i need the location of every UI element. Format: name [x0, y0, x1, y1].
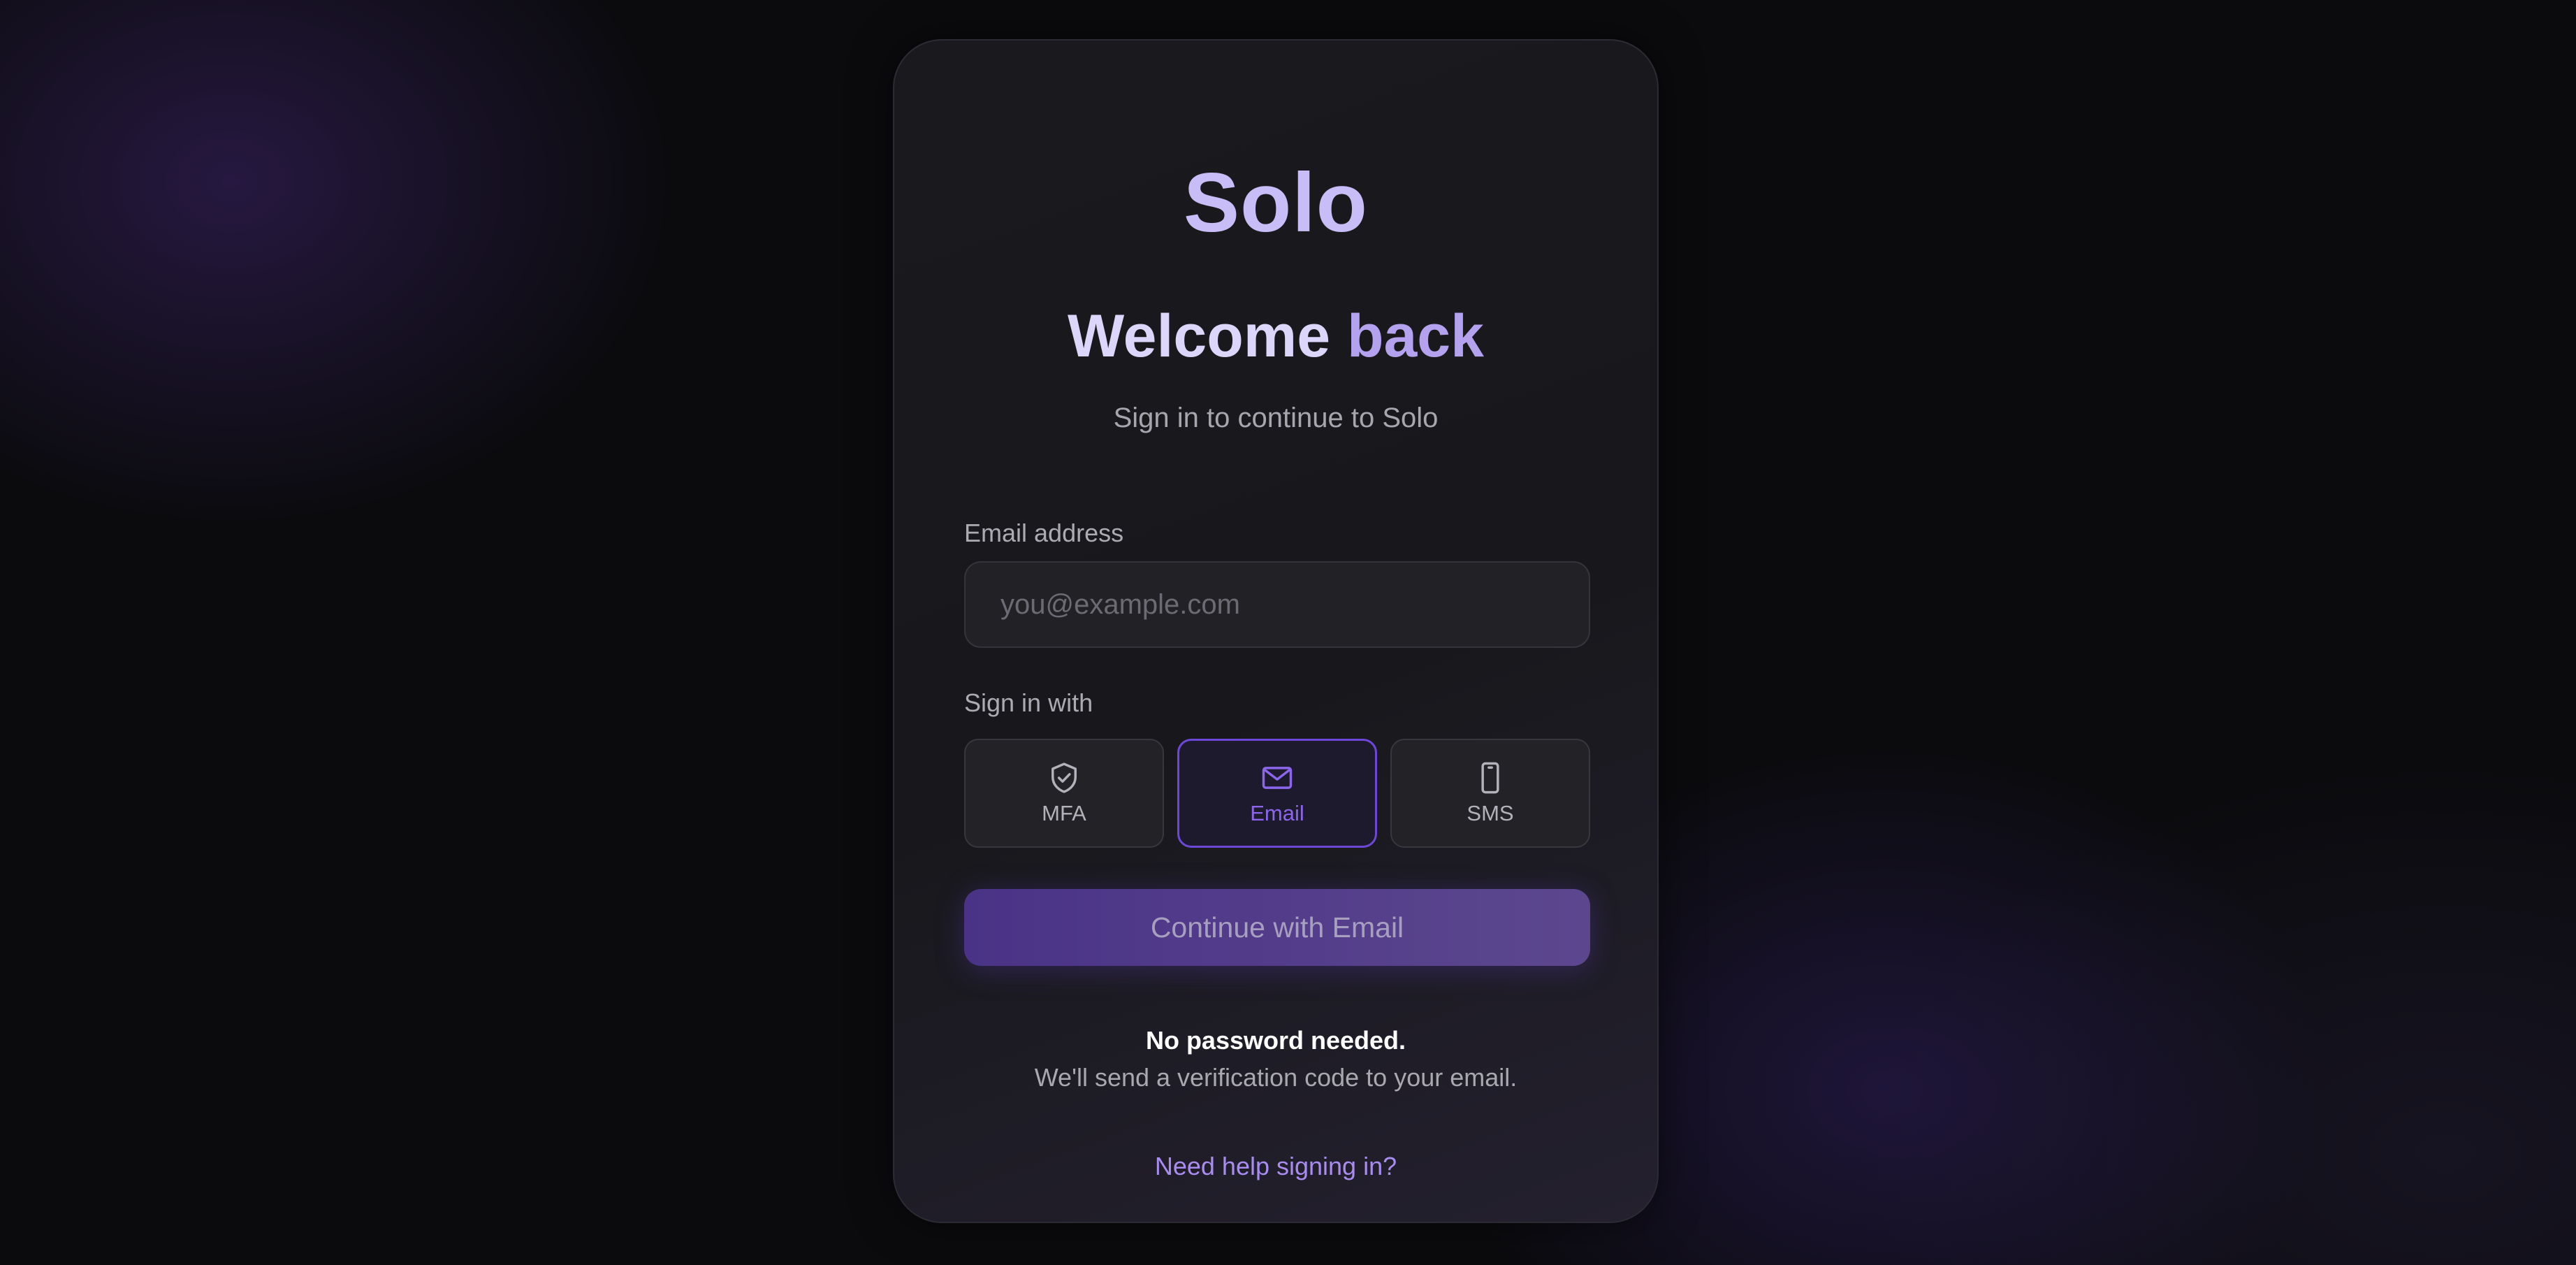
- sign-in-method-selector: MFA Email SMS: [964, 739, 1590, 848]
- help-link[interactable]: Need help signing in?: [894, 1151, 1657, 1181]
- method-option-sms[interactable]: SMS: [1390, 739, 1590, 848]
- page-title-part1: Welcome: [1068, 303, 1331, 370]
- continue-button[interactable]: Continue with Email: [964, 889, 1590, 966]
- page-subtitle: Sign in to continue to Solo: [1113, 403, 1439, 433]
- no-password-note-heading: No password needed.: [1145, 1026, 1406, 1055]
- no-password-note-text: We'll send a verification code to your e…: [1034, 1063, 1518, 1092]
- method-label-sms: SMS: [1467, 801, 1514, 826]
- method-option-mfa[interactable]: MFA: [964, 739, 1164, 848]
- method-option-email[interactable]: Email: [1177, 739, 1377, 848]
- email-field[interactable]: [964, 561, 1590, 648]
- email-label: Email address: [964, 519, 1124, 547]
- method-label-email: Email: [1250, 801, 1304, 826]
- sign-in-card: Solo Welcome back Sign in to continue to…: [893, 39, 1659, 1223]
- page-title: Welcome back: [894, 306, 1657, 366]
- sign-in-method-label: Sign in with: [964, 688, 1093, 717]
- shield-check-icon: [1051, 762, 1077, 794]
- page-title-part2: back: [1346, 303, 1484, 370]
- app-logo: Solo: [1184, 156, 1368, 250]
- envelope-icon: [1262, 767, 1293, 790]
- smartphone-icon: [1481, 762, 1499, 794]
- method-label-mfa: MFA: [1042, 801, 1086, 826]
